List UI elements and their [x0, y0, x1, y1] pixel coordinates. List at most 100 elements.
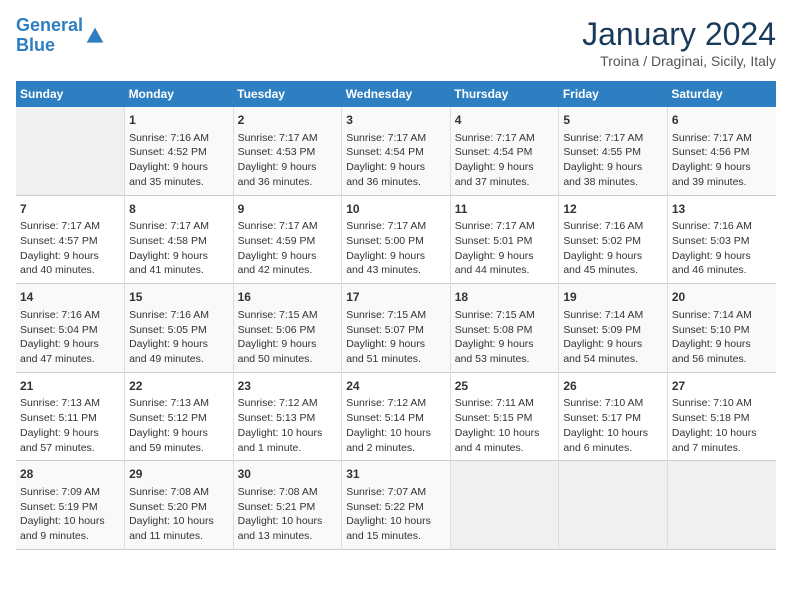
calendar-cell: 28 Sunrise: 7:09 AM Sunset: 5:19 PM Dayli…	[16, 461, 125, 550]
day-number: 13	[672, 201, 772, 218]
day-number: 19	[563, 289, 663, 306]
day-info: Sunrise: 7:13 AM Sunset: 5:11 PM Dayligh…	[20, 396, 120, 455]
day-info: Sunrise: 7:12 AM Sunset: 5:13 PM Dayligh…	[238, 396, 338, 455]
calendar-cell: 20Sunrise: 7:14 AM Sunset: 5:10 PM Dayli…	[667, 284, 776, 373]
day-info: Sunrise: 7:16 AM Sunset: 5:05 PM Dayligh…	[129, 308, 229, 367]
week-row-5: 28 Sunrise: 7:09 AM Sunset: 5:19 PM Dayli…	[16, 461, 776, 550]
day-number: 18	[455, 289, 555, 306]
week-row-2: 7Sunrise: 7:17 AM Sunset: 4:57 PM Daylig…	[16, 195, 776, 284]
calendar-cell: 14Sunrise: 7:16 AM Sunset: 5:04 PM Dayli…	[16, 284, 125, 373]
day-info: Sunrise: 7:14 AM Sunset: 5:09 PM Dayligh…	[563, 308, 663, 367]
day-info: Sunrise: 7:17 AM Sunset: 4:56 PM Dayligh…	[672, 131, 772, 190]
calendar-header: SundayMondayTuesdayWednesdayThursdayFrid…	[16, 81, 776, 107]
day-number: 11	[455, 201, 555, 218]
day-info: Sunrise: 7:10 AM Sunset: 5:18 PM Dayligh…	[672, 396, 772, 455]
calendar-table: SundayMondayTuesdayWednesdayThursdayFrid…	[16, 81, 776, 550]
calendar-cell: 10Sunrise: 7:17 AM Sunset: 5:00 PM Dayli…	[342, 195, 451, 284]
day-info: Sunrise: 7:17 AM Sunset: 4:57 PM Dayligh…	[20, 219, 120, 278]
day-info: Sunrise: 7:08 AM Sunset: 5:20 PM Dayligh…	[129, 485, 229, 544]
calendar-cell: 11Sunrise: 7:17 AM Sunset: 5:01 PM Dayli…	[450, 195, 559, 284]
day-number: 15	[129, 289, 229, 306]
calendar-cell: 17 Sunrise: 7:15 AM Sunset: 5:07 PM Dayli…	[342, 284, 451, 373]
day-info: Sunrise: 7:15 AM Sunset: 5:07 PM Dayligh…	[346, 308, 446, 367]
day-number: 31	[346, 466, 446, 483]
week-row-3: 14Sunrise: 7:16 AM Sunset: 5:04 PM Dayli…	[16, 284, 776, 373]
calendar-cell: 4 Sunrise: 7:17 AM Sunset: 4:54 PM Daylig…	[450, 107, 559, 195]
calendar-cell: 7Sunrise: 7:17 AM Sunset: 4:57 PM Daylig…	[16, 195, 125, 284]
day-number: 24	[346, 378, 446, 395]
day-info: Sunrise: 7:17 AM Sunset: 4:58 PM Dayligh…	[129, 219, 229, 278]
calendar-cell: 21Sunrise: 7:13 AM Sunset: 5:11 PM Dayli…	[16, 372, 125, 461]
day-info: Sunrise: 7:16 AM Sunset: 4:52 PM Dayligh…	[129, 131, 229, 190]
day-number: 20	[672, 289, 772, 306]
calendar-cell: 15 Sunrise: 7:16 AM Sunset: 5:05 PM Dayli…	[125, 284, 234, 373]
calendar-cell	[450, 461, 559, 550]
calendar-cell: 1 Sunrise: 7:16 AM Sunset: 4:52 PM Daylig…	[125, 107, 234, 195]
day-info: Sunrise: 7:07 AM Sunset: 5:22 PM Dayligh…	[346, 485, 446, 544]
day-number: 7	[20, 201, 120, 218]
calendar-body: 1 Sunrise: 7:16 AM Sunset: 4:52 PM Daylig…	[16, 107, 776, 549]
day-info: Sunrise: 7:16 AM Sunset: 5:03 PM Dayligh…	[672, 219, 772, 278]
day-info: Sunrise: 7:17 AM Sunset: 5:01 PM Dayligh…	[455, 219, 555, 278]
day-number: 26	[563, 378, 663, 395]
weekday-header-friday: Friday	[559, 81, 668, 107]
calendar-cell: 2Sunrise: 7:17 AM Sunset: 4:53 PM Daylig…	[233, 107, 342, 195]
calendar-cell: 23Sunrise: 7:12 AM Sunset: 5:13 PM Dayli…	[233, 372, 342, 461]
weekday-header-saturday: Saturday	[667, 81, 776, 107]
day-number: 16	[238, 289, 338, 306]
day-number: 8	[129, 201, 229, 218]
calendar-cell: 3 Sunrise: 7:17 AM Sunset: 4:54 PM Daylig…	[342, 107, 451, 195]
calendar-cell: 22Sunrise: 7:13 AM Sunset: 5:12 PM Dayli…	[125, 372, 234, 461]
weekday-header-thursday: Thursday	[450, 81, 559, 107]
calendar-cell: 29 Sunrise: 7:08 AM Sunset: 5:20 PM Dayli…	[125, 461, 234, 550]
day-number: 4	[455, 112, 555, 129]
month-title: January 2024	[582, 16, 776, 53]
calendar-cell: 5 Sunrise: 7:17 AM Sunset: 4:55 PM Daylig…	[559, 107, 668, 195]
day-info: Sunrise: 7:16 AM Sunset: 5:02 PM Dayligh…	[563, 219, 663, 278]
weekday-header-tuesday: Tuesday	[233, 81, 342, 107]
logo-text: GeneralBlue	[16, 16, 83, 56]
day-number: 6	[672, 112, 772, 129]
week-row-1: 1 Sunrise: 7:16 AM Sunset: 4:52 PM Daylig…	[16, 107, 776, 195]
title-block: January 2024 Troina / Draginai, Sicily, …	[582, 16, 776, 69]
day-number: 1	[129, 112, 229, 129]
location: Troina / Draginai, Sicily, Italy	[582, 53, 776, 69]
day-info: Sunrise: 7:13 AM Sunset: 5:12 PM Dayligh…	[129, 396, 229, 455]
calendar-cell: 31 Sunrise: 7:07 AM Sunset: 5:22 PM Dayli…	[342, 461, 451, 550]
day-number: 5	[563, 112, 663, 129]
day-info: Sunrise: 7:17 AM Sunset: 5:00 PM Dayligh…	[346, 219, 446, 278]
day-info: Sunrise: 7:08 AM Sunset: 5:21 PM Dayligh…	[238, 485, 338, 544]
calendar-cell: 30Sunrise: 7:08 AM Sunset: 5:21 PM Dayli…	[233, 461, 342, 550]
day-info: Sunrise: 7:12 AM Sunset: 5:14 PM Dayligh…	[346, 396, 446, 455]
day-info: Sunrise: 7:15 AM Sunset: 5:06 PM Dayligh…	[238, 308, 338, 367]
calendar-cell: 16 Sunrise: 7:15 AM Sunset: 5:06 PM Dayli…	[233, 284, 342, 373]
day-number: 29	[129, 466, 229, 483]
day-number: 27	[672, 378, 772, 395]
day-number: 23	[238, 378, 338, 395]
day-number: 22	[129, 378, 229, 395]
day-info: Sunrise: 7:17 AM Sunset: 4:55 PM Dayligh…	[563, 131, 663, 190]
weekday-header-row: SundayMondayTuesdayWednesdayThursdayFrid…	[16, 81, 776, 107]
day-number: 10	[346, 201, 446, 218]
weekday-header-sunday: Sunday	[16, 81, 125, 107]
day-number: 21	[20, 378, 120, 395]
day-number: 25	[455, 378, 555, 395]
day-info: Sunrise: 7:17 AM Sunset: 4:53 PM Dayligh…	[238, 131, 338, 190]
logo-icon	[85, 26, 105, 46]
calendar-cell: 6 Sunrise: 7:17 AM Sunset: 4:56 PM Daylig…	[667, 107, 776, 195]
calendar-cell: 24Sunrise: 7:12 AM Sunset: 5:14 PM Dayli…	[342, 372, 451, 461]
logo: GeneralBlue	[16, 16, 105, 56]
day-number: 14	[20, 289, 120, 306]
day-info: Sunrise: 7:17 AM Sunset: 4:54 PM Dayligh…	[455, 131, 555, 190]
calendar-cell: 13Sunrise: 7:16 AM Sunset: 5:03 PM Dayli…	[667, 195, 776, 284]
day-info: Sunrise: 7:09 AM Sunset: 5:19 PM Dayligh…	[20, 485, 120, 544]
calendar-cell	[16, 107, 125, 195]
weekday-header-wednesday: Wednesday	[342, 81, 451, 107]
calendar-cell	[667, 461, 776, 550]
day-number: 17	[346, 289, 446, 306]
weekday-header-monday: Monday	[125, 81, 234, 107]
day-number: 3	[346, 112, 446, 129]
day-info: Sunrise: 7:17 AM Sunset: 4:54 PM Dayligh…	[346, 131, 446, 190]
day-number: 28	[20, 466, 120, 483]
calendar-cell: 12Sunrise: 7:16 AM Sunset: 5:02 PM Dayli…	[559, 195, 668, 284]
